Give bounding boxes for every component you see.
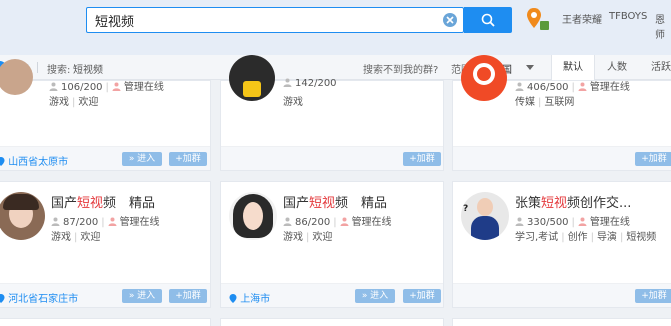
- group-avatar: [229, 192, 277, 240]
- admin-icon: [578, 217, 587, 226]
- pin-icon: [229, 294, 237, 303]
- group-avatar: ?: [461, 192, 509, 240]
- top-link[interactable]: TFBOYS: [609, 11, 647, 22]
- group-card[interactable]: [220, 318, 444, 326]
- search-box: [86, 7, 464, 33]
- pin-icon: [0, 294, 5, 303]
- join-group-button[interactable]: +加群: [635, 152, 671, 166]
- group-avatar: [461, 55, 507, 101]
- group-avatar: [0, 192, 45, 240]
- join-group-button[interactable]: +加群: [169, 152, 207, 166]
- search-term: 短视频: [73, 65, 103, 76]
- group-tags: 游戏 | 欢迎: [51, 232, 101, 243]
- card-footer: 河北省石家庄市 » 进入 +加群: [0, 283, 210, 307]
- admin-icon: [340, 217, 349, 226]
- search-prefix: 搜索:: [47, 65, 71, 76]
- admin-icon: [578, 82, 587, 91]
- filter-bar: 返回 搜索: 短视频 搜索不到我的群? 范围: 全国 默认 人数 活跃: [0, 55, 671, 80]
- logo-icon: [473, 63, 495, 85]
- join-group-button[interactable]: +加群: [403, 289, 441, 303]
- member-count: 106/200 | 管理在线: [49, 78, 164, 93]
- search-icon: [481, 13, 495, 27]
- location-label: 河北省石家庄市: [0, 290, 78, 305]
- group-card[interactable]: 142/200 游戏 +加群: [220, 55, 444, 171]
- join-group-button[interactable]: +加群: [403, 152, 441, 166]
- group-card[interactable]: [0, 318, 211, 326]
- card-footer: +加群: [453, 283, 671, 307]
- card-footer: 山西省太原市 » 进入 +加群: [0, 146, 210, 170]
- card-footer: +加群: [221, 146, 443, 170]
- tab-active[interactable]: 活跃: [639, 55, 671, 80]
- group-name[interactable]: 国产短视频 精品: [283, 192, 387, 211]
- group-tags: 学习,考试 | 创作 | 导演 | 短视频: [515, 232, 657, 243]
- top-link[interactable]: 恩师: [655, 11, 671, 41]
- member-count: 87/200 | 管理在线: [51, 213, 160, 228]
- group-tags: 传媒 | 互联网: [515, 97, 575, 108]
- logo-icon: [243, 81, 261, 97]
- member-count: 142/200: [283, 78, 337, 89]
- group-name[interactable]: 张策短视频创作交...: [515, 192, 631, 211]
- group-tags: 游戏: [283, 97, 303, 108]
- group-card[interactable]: 国产短视频 精品 87/200 | 管理在线 游戏 | 欢迎 河北省石家庄市 » 进入 …: [0, 181, 211, 308]
- people-icon: [515, 217, 524, 226]
- group-tags: 游戏 | 欢迎: [49, 97, 99, 108]
- group-card[interactable]: 406/500 | 管理在线 传媒 | 互联网 +加群: [452, 55, 671, 171]
- group-card[interactable]: 国产短视频 精品 86/200 | 管理在线 游戏 | 欢迎 上海市 » 进入 +加群: [220, 181, 444, 308]
- divider: [37, 62, 38, 73]
- group-card[interactable]: 106/200 | 管理在线 游戏 | 欢迎 山西省太原市 » 进入 +加群: [0, 59, 211, 171]
- admin-icon: [112, 82, 121, 91]
- card-footer: +加群: [453, 146, 671, 170]
- group-tags: 游戏 | 欢迎: [283, 232, 333, 243]
- location-icon[interactable]: [526, 6, 550, 35]
- tab-default[interactable]: 默认: [551, 55, 595, 80]
- group-name[interactable]: 国产短视频 精品: [51, 192, 155, 211]
- group-card[interactable]: ? 张策短视频创作交... 330/500 | 管理在线 学习,考试 | 创作 | 导演 | 短…: [452, 181, 671, 308]
- people-icon: [49, 82, 58, 91]
- member-count: 86/200 | 管理在线: [283, 213, 392, 228]
- pin-icon: [0, 157, 5, 166]
- search-button[interactable]: [464, 7, 512, 33]
- top-link[interactable]: 王者荣耀: [562, 11, 602, 26]
- enter-button[interactable]: » 进入: [122, 289, 162, 303]
- people-icon: [51, 217, 60, 226]
- group-avatar: [0, 59, 33, 95]
- tab-members[interactable]: 人数: [595, 55, 639, 80]
- member-count: 406/500 | 管理在线: [515, 78, 630, 93]
- top-bar: 王者荣耀 TFBOYS 恩师: [0, 0, 671, 55]
- card-footer: 上海市 » 进入 +加群: [221, 283, 443, 307]
- people-icon: [515, 82, 524, 91]
- admin-icon: [108, 217, 117, 226]
- search-input[interactable]: [95, 11, 425, 29]
- enter-button[interactable]: » 进入: [122, 152, 162, 166]
- not-found-link[interactable]: 搜索不到我的群?: [363, 61, 438, 76]
- people-icon: [283, 78, 292, 87]
- people-icon: [283, 217, 292, 226]
- chevron-down-icon[interactable]: [526, 65, 534, 70]
- group-card[interactable]: [452, 318, 671, 326]
- enter-button[interactable]: » 进入: [355, 289, 395, 303]
- group-avatar: [229, 55, 275, 101]
- member-count: 330/500 | 管理在线: [515, 213, 630, 228]
- location-label: 山西省太原市: [0, 153, 68, 168]
- location-label: 上海市: [229, 290, 270, 305]
- clear-icon[interactable]: [443, 13, 457, 27]
- join-group-button[interactable]: +加群: [169, 289, 207, 303]
- join-group-button[interactable]: +加群: [635, 289, 671, 303]
